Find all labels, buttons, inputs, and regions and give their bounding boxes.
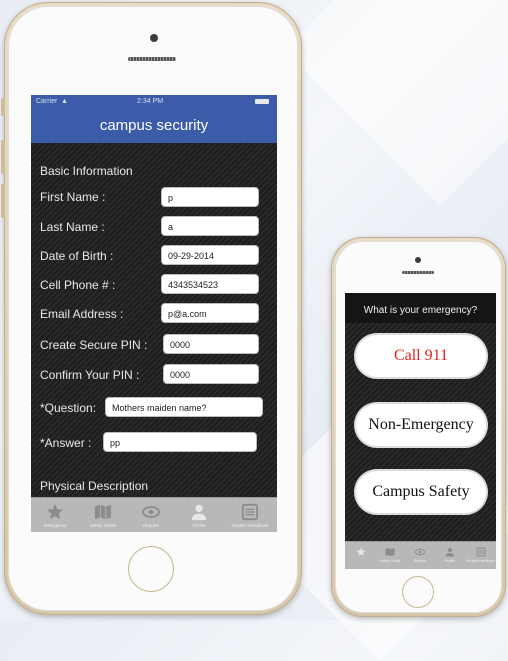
left-phone-volume-up <box>1 140 5 174</box>
background-shape <box>284 0 508 206</box>
tab-bar: Emergency Safety Check Reports Profile S… <box>31 497 277 532</box>
person-icon <box>446 548 454 557</box>
tab-student-handbook[interactable]: Student Handbook <box>223 498 277 528</box>
tab-profile[interactable]: Profile <box>435 542 465 563</box>
email-address-label: Email Address : <box>40 307 124 321</box>
confirm-pin-field[interactable]: 0000 <box>163 364 259 384</box>
tab-emergency[interactable] <box>347 542 375 559</box>
left-phone-camera <box>150 34 158 42</box>
last-name-label: Last Name : <box>40 220 105 234</box>
date-of-birth-label: Date of Birth : <box>40 249 114 263</box>
tab-safety-check[interactable]: Safety Check <box>79 498 127 528</box>
emergency-header: What is your emergency? <box>345 293 496 323</box>
question-field[interactable]: Mothers maiden name? <box>105 397 263 417</box>
map-icon <box>94 504 112 520</box>
cell-phone-label: Cell Phone # : <box>40 278 116 292</box>
person-icon <box>191 504 207 521</box>
first-name-field[interactable]: p <box>161 187 259 207</box>
star-icon <box>46 503 64 520</box>
answer-label: *Answer : <box>40 436 92 450</box>
cell-phone-field[interactable]: 4343534523 <box>161 274 259 294</box>
battery-icon <box>255 99 269 104</box>
star-icon <box>356 547 366 556</box>
tab-label: Reports <box>413 559 427 563</box>
first-name-label: First Name : <box>40 190 106 204</box>
emergency-question: What is your emergency? <box>363 305 478 316</box>
last-name-field[interactable]: a <box>161 216 259 236</box>
left-phone-speaker <box>128 57 176 61</box>
confirm-pin-label: Confirm Your PIN : <box>40 368 140 382</box>
campus-safety-button[interactable]: Campus Safety <box>356 471 486 513</box>
eye-icon <box>142 506 160 518</box>
wifi-icon: ▲ <box>61 98 68 105</box>
right-phone-speaker <box>402 271 434 274</box>
right-phone-screen: What is your emergency? Call 911 Non-Eme… <box>345 293 496 569</box>
question-label: *Question: <box>40 401 97 415</box>
tab-emergency[interactable]: Emergency <box>31 498 79 528</box>
email-address-field[interactable]: p@a.com <box>161 303 259 323</box>
status-bar: Carrier ▲ 2:34 PM <box>31 95 277 109</box>
carrier-label: Carrier <box>36 98 58 105</box>
tab-reports[interactable]: Reports <box>127 498 175 528</box>
eye-icon <box>415 548 425 556</box>
answer-field[interactable]: pp <box>103 432 257 452</box>
tab-label: Emergency <box>43 523 67 528</box>
tab-label: Safety Check <box>89 523 117 528</box>
tab-label: Safety Check <box>379 559 401 563</box>
nav-bar: Carrier ▲ 2:34 PM campus security <box>31 95 277 143</box>
section-basic-information: Basic Information <box>40 164 133 178</box>
left-phone-home-button[interactable] <box>128 546 174 592</box>
tab-safety-check[interactable]: Safety Check <box>375 542 405 563</box>
book-icon <box>241 503 259 521</box>
map-icon <box>385 548 395 556</box>
status-time: 2:34 PM <box>137 98 164 105</box>
tab-label: Student Handbook <box>466 559 495 563</box>
page-title: campus security <box>99 117 209 134</box>
left-phone-screen: Carrier ▲ 2:34 PM campus security Basic … <box>31 95 277 532</box>
call-911-button[interactable]: Call 911 <box>356 335 486 377</box>
non-emergency-button[interactable]: Non-Emergency <box>356 404 486 446</box>
date-of-birth-field[interactable]: 09-29-2014 <box>161 245 259 265</box>
tab-student-handbook[interactable]: Student Handbook <box>465 542 496 563</box>
left-phone-volume-down <box>1 184 5 218</box>
tab-label: Profile <box>192 523 206 528</box>
create-pin-field[interactable]: 0000 <box>163 334 259 354</box>
tab-label: Student Handbook <box>231 523 269 528</box>
right-phone-home-button[interactable] <box>402 576 434 608</box>
tab-bar: Safety Check Reports Profile Student Han… <box>345 541 496 569</box>
tab-label: Reports <box>143 523 159 528</box>
tab-label: Profile <box>445 559 455 563</box>
left-phone-mute-switch <box>1 98 5 116</box>
tab-reports[interactable]: Reports <box>405 542 435 563</box>
right-phone-camera <box>415 257 421 263</box>
tab-profile[interactable]: Profile <box>175 498 223 528</box>
create-pin-label: Create Secure PIN : <box>40 338 148 352</box>
book-icon <box>476 547 485 557</box>
section-physical-description: Physical Description <box>40 479 149 493</box>
